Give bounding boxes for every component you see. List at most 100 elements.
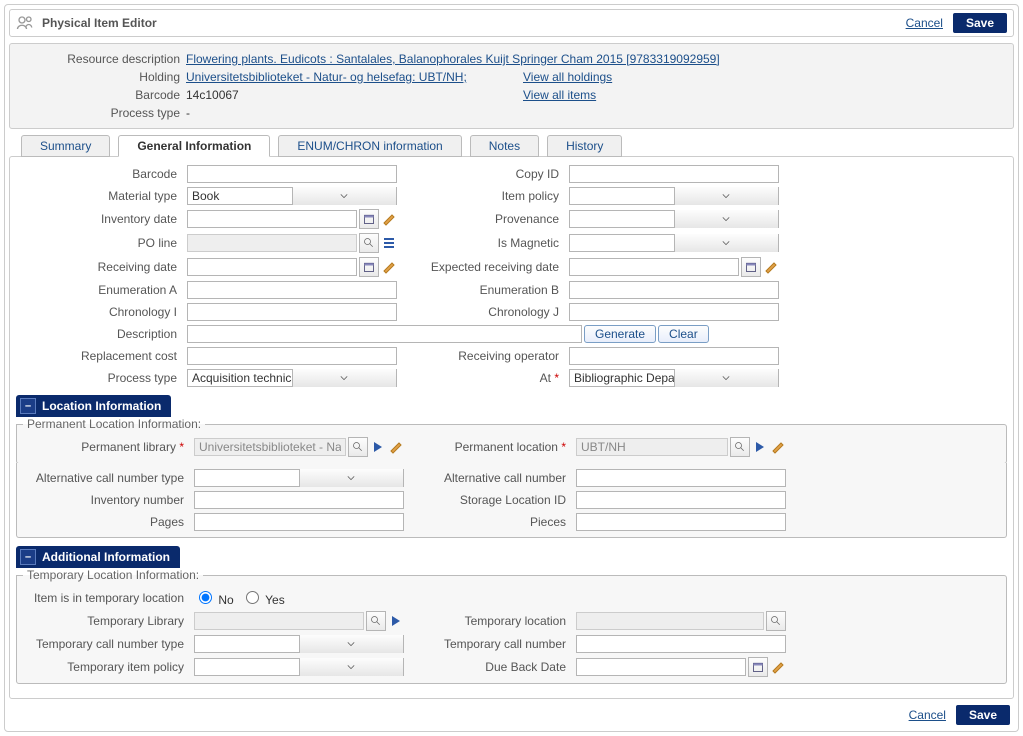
temp-library-label: Temporary Library (23, 614, 188, 628)
search-icon[interactable] (348, 437, 368, 457)
page-title: Physical Item Editor (42, 16, 157, 30)
storage-location-id-input[interactable] (576, 491, 786, 509)
material-type-select[interactable]: Book (187, 187, 397, 205)
receiving-operator-input[interactable] (569, 347, 779, 365)
view-all-items-link[interactable]: View all items (523, 88, 596, 102)
view-all-holdings-link[interactable]: View all holdings (523, 70, 612, 84)
permanent-location-label: Permanent location * (410, 440, 570, 454)
go-icon[interactable] (388, 613, 404, 629)
temp-yes-radio[interactable]: Yes (241, 588, 285, 607)
cancel-link-top[interactable]: Cancel (906, 16, 943, 30)
due-back-date-label: Due Back Date (410, 660, 570, 674)
location-section-header[interactable]: – Location Information (16, 395, 171, 417)
permanent-location-legend: Permanent Location Information: (23, 417, 205, 431)
barcode-input[interactable] (187, 165, 397, 183)
alt-call-number-input[interactable] (576, 469, 786, 487)
chronology-j-input[interactable] (569, 303, 779, 321)
go-icon[interactable] (370, 439, 386, 455)
pages-input[interactable] (194, 513, 404, 531)
chronology-i-label: Chronology I (16, 305, 181, 319)
description-input[interactable] (187, 325, 582, 343)
clear-icon[interactable] (388, 439, 404, 455)
enumeration-a-label: Enumeration A (16, 283, 181, 297)
tab-history[interactable]: History (547, 135, 622, 157)
temp-item-policy-select[interactable] (194, 658, 404, 676)
temp-no-radio[interactable]: No (194, 588, 234, 607)
search-icon[interactable] (730, 437, 750, 457)
chevron-down-icon (674, 369, 779, 387)
due-back-date-input[interactable] (576, 658, 746, 676)
temp-call-type-select[interactable] (194, 635, 404, 653)
replacement-cost-label: Replacement cost (16, 349, 181, 363)
inventory-date-label: Inventory date (16, 212, 181, 226)
bottom-actions: Cancel Save (9, 699, 1014, 727)
po-line-label: PO line (16, 236, 181, 250)
clear-icon[interactable] (763, 259, 779, 275)
search-icon[interactable] (359, 233, 379, 253)
enumeration-b-input[interactable] (569, 281, 779, 299)
calendar-icon[interactable] (748, 657, 768, 677)
provenance-select[interactable] (569, 210, 779, 228)
alt-call-type-select[interactable] (194, 469, 404, 487)
temporary-location-legend: Temporary Location Information: (23, 568, 203, 582)
po-line-input[interactable] (187, 234, 357, 252)
clear-icon[interactable] (770, 659, 786, 675)
barcode-label: Barcode (20, 88, 186, 102)
enumeration-a-input[interactable] (187, 281, 397, 299)
chronology-i-input[interactable] (187, 303, 397, 321)
general-form: Barcode Copy ID Material type Book Item … (9, 156, 1014, 699)
expected-receiving-date-input[interactable] (569, 258, 739, 276)
process-type-select[interactable]: Acquisition technical services (187, 369, 397, 387)
tab-summary[interactable]: Summary (21, 135, 110, 157)
additional-section-header[interactable]: – Additional Information (16, 546, 180, 568)
list-icon[interactable] (381, 235, 397, 251)
item-policy-select[interactable] (569, 187, 779, 205)
enumeration-b-label: Enumeration B (403, 283, 563, 297)
process-type-label: Process type (20, 106, 186, 120)
search-icon[interactable] (766, 611, 786, 631)
clear-icon[interactable] (770, 439, 786, 455)
clear-icon[interactable] (381, 211, 397, 227)
receiving-operator-label: Receiving operator (403, 349, 563, 363)
chevron-down-icon (299, 658, 404, 676)
replacement-cost-input[interactable] (187, 347, 397, 365)
resource-description-link[interactable]: Flowering plants. Eudicots : Santalales,… (186, 52, 720, 66)
copy-id-label: Copy ID (403, 167, 563, 181)
tab-general[interactable]: General Information (118, 135, 270, 157)
go-icon[interactable] (752, 439, 768, 455)
calendar-icon[interactable] (741, 257, 761, 277)
pieces-input[interactable] (576, 513, 786, 531)
collapse-icon: – (20, 549, 36, 565)
temp-location-input[interactable] (576, 612, 764, 630)
tab-enum[interactable]: ENUM/CHRON information (278, 135, 461, 157)
temp-call-number-input[interactable] (576, 635, 786, 653)
expected-receiving-date-label: Expected receiving date (403, 260, 563, 274)
storage-location-id-label: Storage Location ID (410, 493, 570, 507)
permanent-location-input[interactable] (576, 438, 728, 456)
permanent-library-input[interactable] (194, 438, 346, 456)
description-label: Description (16, 327, 181, 341)
is-magnetic-select[interactable] (569, 234, 779, 252)
inventory-number-input[interactable] (194, 491, 404, 509)
alt-call-number-label: Alternative call number (410, 471, 570, 485)
clear-icon[interactable] (381, 259, 397, 275)
save-button-top[interactable]: Save (953, 13, 1007, 33)
inventory-date-input[interactable] (187, 210, 357, 228)
holding-link[interactable]: Universitetsbiblioteket - Natur- og hels… (186, 70, 467, 84)
search-icon[interactable] (366, 611, 386, 631)
tab-notes[interactable]: Notes (470, 135, 539, 157)
generate-button[interactable]: Generate (584, 325, 656, 343)
receiving-date-input[interactable] (187, 258, 357, 276)
cancel-link-bottom[interactable]: Cancel (909, 708, 946, 722)
at-select[interactable]: Bibliographic Department (569, 369, 779, 387)
calendar-icon[interactable] (359, 257, 379, 277)
process-type-field-label: Process type (16, 371, 181, 385)
is-magnetic-label: Is Magnetic (403, 236, 563, 250)
copy-id-input[interactable] (569, 165, 779, 183)
temp-library-input[interactable] (194, 612, 364, 630)
clear-button[interactable]: Clear (658, 325, 709, 343)
permanent-location-group: Permanent Location Information: Permanen… (16, 417, 1007, 464)
save-button-bottom[interactable]: Save (956, 705, 1010, 725)
calendar-icon[interactable] (359, 209, 379, 229)
temp-item-policy-label: Temporary item policy (23, 660, 188, 674)
